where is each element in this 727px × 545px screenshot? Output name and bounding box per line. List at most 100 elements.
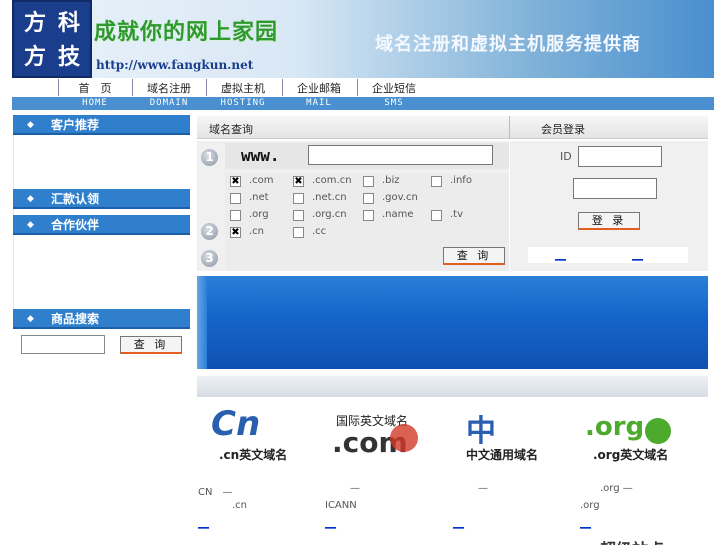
bullet-icon: ◆ <box>27 314 34 324</box>
cn-meta: CN — <box>198 487 233 498</box>
cn-more-link[interactable]: __ <box>198 516 209 529</box>
nav-label: 首 页 <box>78 82 112 95</box>
nav-label: 域名注册 <box>147 82 191 95</box>
section-title: 汇款认领 <box>51 192 100 206</box>
com-badge-icon <box>390 424 418 452</box>
product-search-row: 查 询 <box>13 329 190 359</box>
nav-item-hosting[interactable]: 虚拟主机 HOSTING <box>206 78 280 110</box>
nav-label: 企业邮箱 <box>297 82 341 95</box>
zh-domain-logo[interactable]: 中 中文通用域名 <box>458 410 578 470</box>
nav-label-en: HOME <box>82 98 108 108</box>
section-header-partners: ◆ 合作伙伴 <box>13 215 190 235</box>
step-3-icon: 3 <box>201 250 218 267</box>
login-button[interactable]: 登 录 <box>578 212 640 230</box>
main-nav: 首 页 HOME 域名注册 DOMAIN 虚拟主机 HOSTING 企业邮箱 M… <box>12 78 714 110</box>
nav-item-home[interactable]: 首 页 HOME <box>58 78 132 110</box>
checkbox[interactable] <box>230 193 241 204</box>
site-url: http://www.fangkun.net <box>96 58 254 72</box>
bullet-icon: ◆ <box>27 194 34 204</box>
login-link-register[interactable]: __ <box>555 248 566 261</box>
logo-char: 技 <box>57 44 80 70</box>
logo-char: 方 <box>23 10 46 36</box>
checkbox[interactable] <box>293 227 304 238</box>
section-header-recommend: ◆ 客户推荐 <box>13 115 190 135</box>
nav-label: 虚拟主机 <box>221 82 265 95</box>
login-title: 会员登录 <box>541 123 585 136</box>
bullet-icon: ◆ <box>27 120 34 130</box>
panel-header: 域名查询 会员登录 <box>197 116 708 139</box>
zh-meta: — <box>478 483 488 494</box>
cn-domain-logo[interactable]: Cn .cn英文域名 <box>205 404 325 470</box>
checkbox[interactable] <box>293 193 304 204</box>
domain-query-form: 1 www. ✖ .com ✖ .com.cn .biz .info .net .n… <box>197 141 509 271</box>
login-link-forgot[interactable]: __ <box>632 248 643 261</box>
login-links: __ __ <box>528 247 688 263</box>
logo-char: 科 <box>57 10 80 36</box>
nav-label-en: DOMAIN <box>149 98 189 108</box>
checkbox[interactable] <box>293 210 304 221</box>
nav-item-domain[interactable]: 域名注册 DOMAIN <box>132 78 206 110</box>
nav-label-en: SMS <box>384 98 404 108</box>
left-sidebar: ◆ 客户推荐 ◆ 汇款认领 ◆ 合作伙伴 ◆ 商品搜索 查 询 <box>13 115 190 359</box>
com-meta-2: ICANN <box>325 500 357 511</box>
cn-meta-2: .cn <box>232 500 248 511</box>
step-1-icon: 1 <box>201 149 218 166</box>
checkbox[interactable] <box>363 176 374 187</box>
nav-item-sms[interactable]: 企业短信 SMS <box>357 78 431 110</box>
domain-query-title: 域名查询 <box>209 123 253 136</box>
logo-caption: .org英文域名 <box>593 448 669 462</box>
bottom-heading: 超级站点 <box>600 536 664 545</box>
cn-logo-icon: Cn <box>211 404 261 444</box>
com-domain-logo[interactable]: 国际英文域名 .com <box>330 410 450 470</box>
header-slogan: 成就你的网上家园 <box>94 19 279 45</box>
zh-logo-icon: 中 <box>466 414 496 449</box>
org-meta-2: .org <box>580 500 600 511</box>
id-label: ID <box>560 150 572 163</box>
site-logo[interactable]: 方 科 方 技 <box>12 0 92 78</box>
org-logo-icon: .org <box>585 412 645 442</box>
header-banner: 方 科 方 技 成就你的网上家园 http://www.fangkun.net … <box>12 0 714 78</box>
partners-box <box>13 235 190 309</box>
logo-caption: 中文通用域名 <box>466 448 539 462</box>
com-meta: — <box>350 483 360 494</box>
section-title: 客户推荐 <box>51 118 100 132</box>
domain-query-button[interactable]: 查 询 <box>443 247 505 265</box>
org-meta: .org — <box>600 483 633 494</box>
bullet-icon: ◆ <box>27 220 34 230</box>
section-title: 商品搜索 <box>51 312 100 326</box>
ad-banner[interactable] <box>197 276 708 369</box>
checkbox-checked[interactable]: ✖ <box>293 176 304 187</box>
login-id-input[interactable] <box>578 146 662 167</box>
product-search-input[interactable] <box>21 335 105 354</box>
login-password-input[interactable] <box>573 178 657 199</box>
header-tagline: 域名注册和虚拟主机服务提供商 <box>375 34 641 55</box>
login-form: ID 登 录 __ __ <box>510 141 708 271</box>
org-domain-logo[interactable]: .org .org英文域名 <box>585 410 705 470</box>
www-label: www. <box>241 146 280 165</box>
checkbox[interactable] <box>431 176 442 187</box>
checkbox[interactable] <box>363 193 374 204</box>
section-title: 合作伙伴 <box>51 218 100 232</box>
checkbox[interactable] <box>230 210 241 221</box>
logo-char: 方 <box>23 44 46 70</box>
checkbox[interactable] <box>363 210 374 221</box>
recommend-box <box>13 135 190 189</box>
logo-caption: .cn英文域名 <box>219 448 288 462</box>
com-more-link[interactable]: __ <box>325 516 336 529</box>
nav-label-en: MAIL <box>306 98 332 108</box>
zh-more-link[interactable]: __ <box>453 516 464 529</box>
section-header-remit[interactable]: ◆ 汇款认领 <box>13 189 190 209</box>
org-more-link[interactable]: __ <box>580 516 591 529</box>
nav-label: 企业短信 <box>372 82 416 95</box>
checkbox-checked[interactable]: ✖ <box>230 227 241 238</box>
nav-item-mail[interactable]: 企业邮箱 MAIL <box>282 78 356 110</box>
org-arrow-icon <box>645 418 671 444</box>
nav-label-en: HOSTING <box>220 98 266 108</box>
checkbox[interactable] <box>431 210 442 221</box>
section-header-product-search: ◆ 商品搜索 <box>13 309 190 329</box>
section-divider <box>197 376 708 397</box>
checkbox-checked[interactable]: ✖ <box>230 176 241 187</box>
domain-input[interactable] <box>308 145 493 165</box>
product-search-button[interactable]: 查 询 <box>120 336 182 354</box>
step-2-icon: 2 <box>201 223 218 240</box>
